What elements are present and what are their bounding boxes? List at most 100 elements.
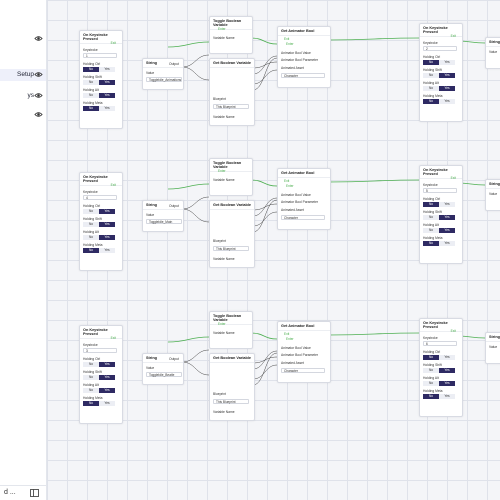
ctrl-toggle[interactable]: No Yes	[423, 202, 455, 207]
keystroke-select[interactable]: 2	[423, 46, 457, 51]
meta-toggle[interactable]: No Yes	[83, 106, 115, 111]
get-boolean-node[interactable]: Get Boolean Variable Blueprint This Bluepr…	[209, 200, 255, 268]
toggle-no[interactable]: No	[423, 86, 439, 91]
alt-toggle[interactable]: No Yes	[83, 388, 115, 393]
get-animator-bool-node[interactable]: Get Animator Bool Exit Enter Animator Bool …	[277, 321, 331, 383]
keystroke-node[interactable]: On Keystroke Pressed Exit Keystroke 4 Holdin…	[79, 172, 123, 271]
ctrl-toggle[interactable]: No Yes	[83, 67, 115, 72]
toggle-no[interactable]: No	[83, 375, 99, 380]
toggle-boolean-node[interactable]: Toggle Boolean Variable Enter Variable Nam…	[209, 16, 253, 54]
ctrl-toggle[interactable]: No Yes	[423, 60, 455, 65]
alt-toggle[interactable]: No Yes	[83, 235, 115, 240]
eye-icon[interactable]	[34, 34, 43, 43]
toggle-yes[interactable]: Yes	[99, 375, 115, 380]
toggle-no[interactable]: No	[83, 80, 99, 85]
meta-toggle[interactable]: No Yes	[423, 241, 455, 246]
alt-toggle[interactable]: No Yes	[423, 228, 455, 233]
toggle-no[interactable]: No	[83, 67, 99, 72]
alt-toggle[interactable]: No Yes	[423, 381, 455, 386]
toggle-yes[interactable]: Yes	[99, 222, 115, 227]
keystroke-node-right[interactable]: On Keystroke Pressed Exit Keystroke 6 Holdin…	[419, 318, 463, 417]
toggle-yes[interactable]: Yes	[99, 388, 115, 393]
eye-icon[interactable]	[34, 70, 43, 79]
string-node[interactable]: String Value ToggleIdle_Beatle Output	[142, 353, 184, 385]
toggle-yes[interactable]: Yes	[439, 228, 455, 233]
toggle-no[interactable]: No	[423, 368, 439, 373]
toggle-yes[interactable]: Yes	[99, 106, 115, 111]
keystroke-node[interactable]: On Keystroke Pressed Exit Keystroke 3 Holdin…	[79, 325, 123, 424]
eye-icon[interactable]	[34, 91, 43, 100]
toggle-no[interactable]: No	[83, 209, 99, 214]
shift-toggle[interactable]: No Yes	[83, 222, 115, 227]
get-boolean-node[interactable]: Get Boolean Variable Blueprint This Bluepr…	[209, 353, 255, 421]
keystroke-node-right[interactable]: On Keystroke Pressed Exit Keystroke 5 Holdin…	[419, 165, 463, 264]
toggle-yes[interactable]: Yes	[99, 235, 115, 240]
shift-toggle[interactable]: No Yes	[83, 80, 115, 85]
get-boolean-node[interactable]: Get Boolean Variable Blueprint This Bluepr…	[209, 58, 255, 126]
toggle-no[interactable]: No	[83, 93, 99, 98]
toggle-no[interactable]: No	[423, 355, 439, 360]
toggle-no[interactable]: No	[423, 73, 439, 78]
toggle-no[interactable]: No	[83, 401, 99, 406]
keystroke-select[interactable]: 3	[83, 348, 117, 353]
shift-toggle[interactable]: No Yes	[83, 375, 115, 380]
toggle-yes[interactable]: Yes	[439, 241, 455, 246]
eye-icon[interactable]	[34, 110, 43, 119]
toggle-yes[interactable]: Yes	[439, 86, 455, 91]
toggle-yes[interactable]: Yes	[99, 401, 115, 406]
keystroke-node-right[interactable]: On Keystroke Pressed Exit Keystroke 2 Holdin…	[419, 23, 463, 122]
sidebar-item-4[interactable]	[0, 109, 46, 121]
toggle-no[interactable]: No	[423, 241, 439, 246]
alt-toggle[interactable]: No Yes	[83, 93, 115, 98]
shift-toggle[interactable]: No Yes	[423, 73, 455, 78]
toggle-yes[interactable]: Yes	[99, 67, 115, 72]
string-value[interactable]: ToggleIdle_Animations	[146, 77, 182, 82]
keystroke-select[interactable]: 5	[423, 188, 457, 193]
shift-toggle[interactable]: No Yes	[423, 215, 455, 220]
blueprint-select[interactable]: This Blueprint	[213, 399, 249, 404]
sidebar-item-ys[interactable]: ys	[0, 90, 46, 102]
toggle-yes[interactable]: Yes	[99, 80, 115, 85]
toggle-no[interactable]: No	[83, 222, 99, 227]
toggle-boolean-node[interactable]: Toggle Boolean Variable Enter Variable Nam…	[209, 158, 253, 196]
meta-toggle[interactable]: No Yes	[83, 401, 115, 406]
meta-toggle[interactable]: No Yes	[423, 394, 455, 399]
string-value[interactable]: ToggleIdle_Beatle	[146, 372, 182, 377]
toggle-yes[interactable]: Yes	[99, 248, 115, 253]
toggle-yes[interactable]: Yes	[99, 93, 115, 98]
toggle-no[interactable]: No	[83, 106, 99, 111]
toggle-yes[interactable]: Yes	[439, 368, 455, 373]
toggle-no[interactable]: No	[423, 215, 439, 220]
meta-toggle[interactable]: No Yes	[83, 248, 115, 253]
toggle-yes[interactable]: Yes	[439, 99, 455, 104]
alt-toggle[interactable]: No Yes	[423, 86, 455, 91]
toggle-no[interactable]: No	[423, 394, 439, 399]
toggle-yes[interactable]: Yes	[439, 394, 455, 399]
toggle-no[interactable]: No	[83, 235, 99, 240]
toggle-yes[interactable]: Yes	[99, 209, 115, 214]
toggle-yes[interactable]: Yes	[439, 60, 455, 65]
shift-toggle[interactable]: No Yes	[423, 368, 455, 373]
toggle-no[interactable]: No	[423, 60, 439, 65]
get-animator-bool-node[interactable]: Get Animator Bool Exit Enter Animator Bool …	[277, 168, 331, 230]
ctrl-toggle[interactable]: No Yes	[423, 355, 455, 360]
toggle-yes[interactable]: Yes	[99, 362, 115, 367]
toggle-boolean-node[interactable]: Toggle Boolean Variable Enter Variable Nam…	[209, 311, 253, 349]
toggle-yes[interactable]: Yes	[439, 381, 455, 386]
toggle-no[interactable]: No	[423, 381, 439, 386]
ctrl-toggle[interactable]: No Yes	[83, 362, 115, 367]
toggle-no[interactable]: No	[423, 202, 439, 207]
blueprint-select[interactable]: This Blueprint	[213, 246, 249, 251]
toggle-no[interactable]: No	[423, 99, 439, 104]
toggle-no[interactable]: No	[423, 228, 439, 233]
sidebar-item-1[interactable]	[0, 33, 46, 45]
keystroke-select[interactable]: 6	[423, 341, 457, 346]
keystroke-node[interactable]: On Keystroke Pressed Exit Keystroke 1 Holdin…	[79, 30, 123, 129]
string-node-right[interactable]: String Value	[485, 179, 500, 211]
blueprint-canvas[interactable]: On Keystroke Pressed Exit Keystroke 1 Holdin…	[47, 0, 500, 500]
toggle-yes[interactable]: Yes	[439, 202, 455, 207]
toggle-yes[interactable]: Yes	[439, 73, 455, 78]
string-node[interactable]: String Value ToggleIdle_Animations Output	[142, 58, 184, 90]
character-select[interactable]: Character	[281, 368, 325, 373]
toggle-yes[interactable]: Yes	[439, 355, 455, 360]
